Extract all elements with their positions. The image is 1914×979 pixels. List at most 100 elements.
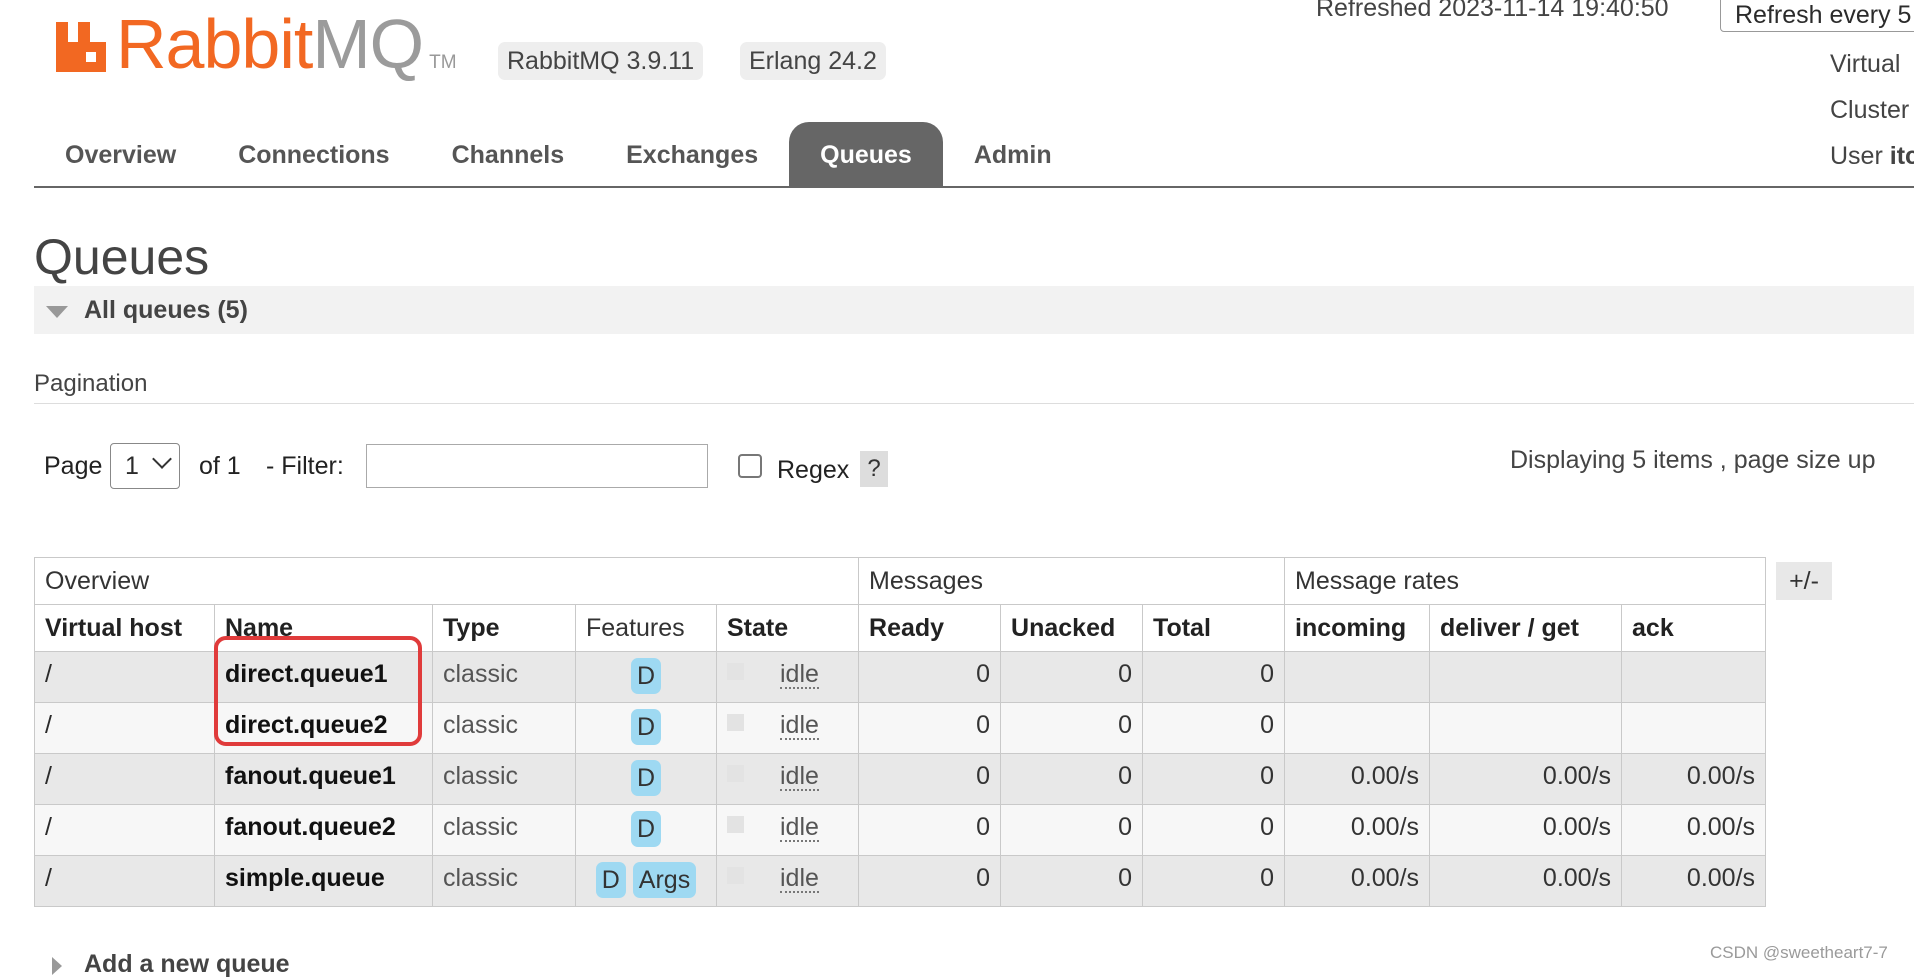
cell-deliver-get [1429, 651, 1623, 703]
state-indicator-icon [727, 867, 744, 884]
queue-name-link[interactable]: simple.queue [214, 855, 433, 907]
cell-ready: 0 [858, 702, 1002, 754]
cell-features: D [575, 753, 717, 805]
cell-state: idle [715, 804, 860, 856]
queue-name-link[interactable]: fanout.queue1 [214, 753, 433, 805]
group-messages: Messages [858, 557, 1286, 605]
tab-queues[interactable]: Queues [789, 122, 943, 188]
cell-features: D [575, 804, 717, 856]
cell-unacked: 0 [1000, 753, 1144, 805]
col-ready[interactable]: Ready [858, 604, 1002, 652]
refreshed-timestamp: Refreshed 2023-11-14 19:40:50 [1316, 0, 1669, 22]
state-text: idle [780, 660, 819, 689]
page-count-label: of 1 [199, 452, 241, 480]
col-state[interactable]: State [715, 604, 860, 652]
state-indicator-icon [727, 663, 744, 680]
collapse-triangle-icon[interactable] [46, 306, 68, 318]
state-indicator-icon [727, 765, 744, 782]
tab-connections[interactable]: Connections [207, 122, 420, 188]
all-queues-title[interactable]: All queues (5) [84, 296, 248, 325]
csdn-watermark: CSDN @sweetheart7-7 [1710, 943, 1888, 962]
cell-type: classic [432, 651, 576, 703]
feature-durable-badge[interactable]: D [630, 658, 662, 694]
rabbitmq-logo: RabbitMQ TM [52, 4, 457, 84]
cell-total: 0 [1142, 702, 1286, 754]
cell-ready: 0 [858, 855, 1002, 907]
tab-admin[interactable]: Admin [943, 122, 1083, 188]
feature-durable-badge[interactable]: D [630, 760, 662, 796]
cell-total: 0 [1142, 651, 1286, 703]
tab-divider [34, 186, 1914, 188]
col-type[interactable]: Type [432, 604, 576, 652]
add-new-queue-section[interactable]: Add a new queue [84, 950, 290, 979]
state-indicator-icon [727, 714, 744, 731]
cell-type: classic [432, 753, 576, 805]
feature-durable-badge[interactable]: D [595, 862, 626, 898]
col-total[interactable]: Total [1142, 604, 1286, 652]
cell-ack: 0.00/s [1621, 753, 1767, 805]
col-deliver-get[interactable]: deliver / get [1429, 604, 1623, 652]
cell-ack: 0.00/s [1621, 855, 1767, 907]
cell-features: D [575, 651, 717, 703]
cell-ready: 0 [858, 651, 1002, 703]
all-queues-section-header[interactable] [34, 286, 1914, 334]
col-incoming[interactable]: incoming [1284, 604, 1431, 652]
cell-total: 0 [1142, 804, 1286, 856]
cell-unacked: 0 [1000, 651, 1144, 703]
feature-args-badge[interactable]: Args [632, 862, 697, 898]
tab-exchanges[interactable]: Exchanges [595, 122, 789, 188]
table-row: / fanout.queue2 classic D idle 0 0 0 0.0… [34, 804, 1767, 856]
regex-checkbox[interactable] [738, 454, 762, 478]
regex-help-button[interactable]: ? [860, 451, 888, 487]
cell-state: idle [715, 651, 860, 703]
filter-input[interactable] [366, 444, 708, 488]
feature-durable-badge[interactable]: D [630, 811, 662, 847]
feature-durable-badge[interactable]: D [630, 709, 662, 745]
state-text: idle [780, 864, 819, 893]
cell-vhost: / [34, 651, 215, 703]
col-virtual-host[interactable]: Virtual host [34, 604, 215, 652]
table-group-header: Overview Messages Message rates [33, 557, 1767, 605]
cell-state: idle [715, 753, 860, 805]
cell-vhost: / [34, 855, 215, 907]
rabbitmq-version-badge: RabbitMQ 3.9.11 [498, 42, 704, 80]
cell-ready: 0 [858, 804, 1002, 856]
col-unacked[interactable]: Unacked [1000, 604, 1144, 652]
refresh-interval-select[interactable]: Refresh every 5 [1720, 0, 1914, 32]
toggle-columns-button[interactable]: +/- [1776, 562, 1832, 600]
cell-ack: 0.00/s [1621, 804, 1767, 856]
queue-name-link[interactable]: fanout.queue2 [214, 804, 433, 856]
main-nav-tabs: Overview Connections Channels Exchanges … [34, 122, 1083, 188]
virtual-host-label[interactable]: Virtual [1830, 50, 1900, 79]
state-indicator-icon [727, 816, 744, 833]
displaying-items-text: Displaying 5 items , page size up [1510, 446, 1876, 474]
state-text: idle [780, 762, 819, 791]
erlang-version-badge: Erlang 24.2 [740, 42, 886, 80]
cell-total: 0 [1142, 855, 1286, 907]
cell-features: D [575, 702, 717, 754]
expand-triangle-icon[interactable] [52, 957, 62, 975]
table-row: / fanout.queue1 classic D idle 0 0 0 0.0… [34, 753, 1767, 805]
tab-overview[interactable]: Overview [34, 122, 207, 188]
annotation-highlight-box [214, 636, 422, 746]
page-number-select[interactable]: 1 [110, 443, 180, 489]
cell-type: classic [432, 702, 576, 754]
logo-wordmark: RabbitMQ [116, 5, 424, 83]
cell-unacked: 0 [1000, 855, 1144, 907]
group-overview: Overview [33, 557, 860, 605]
group-message-rates: Message rates [1284, 557, 1767, 605]
cell-state: idle [715, 702, 860, 754]
tab-channels[interactable]: Channels [421, 122, 596, 188]
regex-label: Regex [777, 456, 850, 484]
filter-label: - Filter: [266, 452, 344, 480]
cell-type: classic [432, 804, 576, 856]
cell-deliver-get [1429, 702, 1623, 754]
col-ack[interactable]: ack [1621, 604, 1767, 652]
logo-trademark: TM [429, 52, 457, 73]
state-text: idle [780, 813, 819, 842]
cell-unacked: 0 [1000, 804, 1144, 856]
cell-incoming [1284, 651, 1431, 703]
cell-unacked: 0 [1000, 702, 1144, 754]
cell-deliver-get: 0.00/s [1429, 855, 1623, 907]
cell-incoming: 0.00/s [1284, 855, 1431, 907]
